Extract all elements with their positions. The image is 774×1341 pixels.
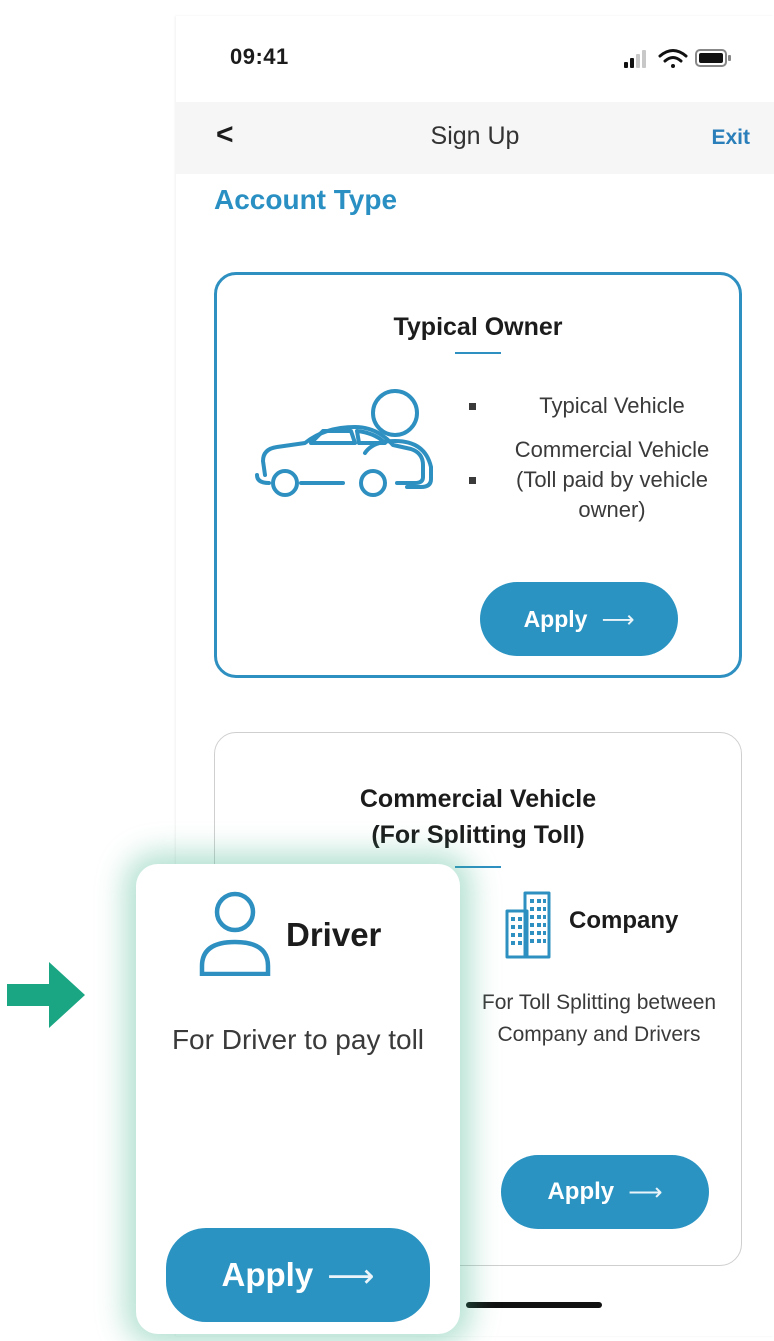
arrow-right-icon: ⟶: [628, 1178, 663, 1206]
apply-label: Apply: [547, 1178, 615, 1205]
section-title-account-type: Account Type: [214, 184, 398, 215]
arrow-right-icon: ⟶: [327, 1256, 375, 1294]
pointer-arrow-icon: [7, 962, 85, 1028]
apply-label: Apply: [523, 605, 588, 632]
signal-icon: [624, 50, 646, 68]
driver-description: For Driver to pay toll: [171, 1024, 425, 1055]
page-title: Sign Up: [430, 122, 520, 150]
navigation-bar: < Sign Up Exit: [176, 102, 774, 174]
person-icon: [199, 891, 271, 976]
wifi-icon: [658, 49, 688, 68]
exit-button[interactable]: Exit: [711, 126, 750, 150]
company-description: For Toll Splitting between Company and D…: [481, 991, 717, 1046]
driver-label: Driver: [286, 916, 382, 953]
bullet-item: Typical Vehicle: [469, 391, 729, 421]
bullet-item: Commercial Vehicle (Toll paid by vehicle…: [469, 435, 729, 525]
status-bar: 09:41: [176, 16, 774, 102]
typical-owner-title: Typical Owner: [393, 313, 563, 341]
typical-owner-card: Typical Owner Typical Vehicle Commercial…: [214, 272, 742, 678]
home-indicator: [466, 1302, 602, 1308]
status-icons: [624, 49, 731, 68]
typical-owner-bullets: Typical Vehicle Commercial Vehicle (Toll…: [469, 391, 729, 539]
arrow-right-icon: ⟶: [601, 605, 635, 632]
driver-option-card: Driver For Driver to pay toll Apply ⟶: [136, 864, 460, 1334]
driver-apply-button[interactable]: Apply ⟶: [166, 1228, 430, 1322]
company-label: Company: [569, 907, 679, 934]
status-time: 09:41: [230, 44, 289, 69]
title-underline: [455, 866, 501, 868]
battery-icon: [695, 49, 731, 67]
apply-label: Apply: [221, 1256, 314, 1293]
typical-owner-apply-button[interactable]: Apply ⟶: [480, 582, 678, 656]
company-apply-button[interactable]: Apply ⟶: [501, 1155, 709, 1229]
title-underline: [455, 352, 501, 354]
car-owner-icon: [255, 389, 433, 497]
commercial-title-line1: Commercial Vehicle: [359, 785, 597, 813]
commercial-title-line2: (For Splitting Toll): [371, 821, 585, 849]
building-icon: [505, 891, 551, 959]
company-header: Company: [499, 889, 719, 959]
